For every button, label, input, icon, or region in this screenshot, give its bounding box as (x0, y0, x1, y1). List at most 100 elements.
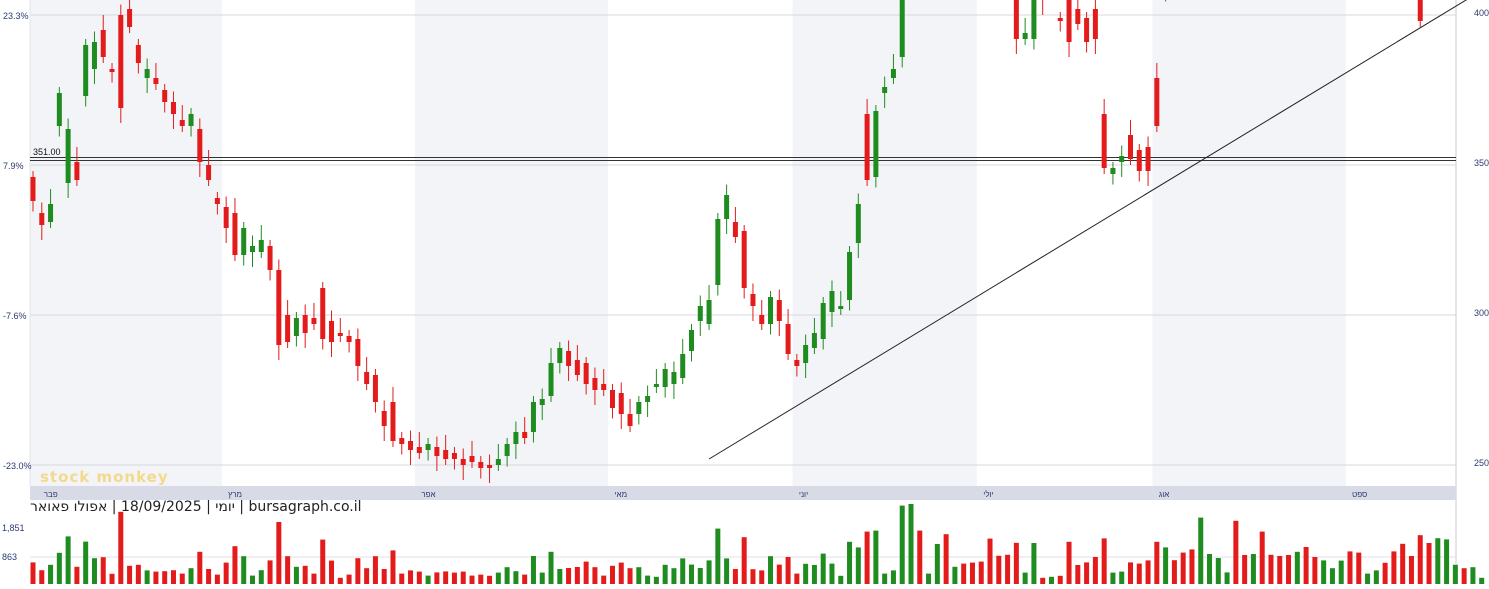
volume-bar (1022, 572, 1028, 584)
candle-body (750, 294, 756, 306)
volume-bar (390, 550, 396, 584)
volume-bar (1128, 562, 1133, 584)
candle-body (1092, 9, 1098, 39)
volume-bar (592, 567, 598, 584)
candle-body (250, 246, 255, 252)
volume-bar (1312, 557, 1318, 584)
volume-bar (1136, 563, 1142, 584)
volume-bar (662, 564, 668, 584)
candle-body (1154, 78, 1160, 126)
candle-body (91, 42, 97, 69)
volume-bar (724, 558, 730, 584)
volume-bar (1338, 560, 1344, 584)
volume-bar (697, 568, 703, 584)
candle-body (144, 69, 150, 78)
volume-bar (109, 573, 115, 584)
volume-bar (1373, 570, 1379, 584)
volume-bar (241, 556, 247, 584)
volume-bar (399, 573, 405, 584)
candle-body (118, 15, 124, 108)
candle-body (381, 411, 387, 426)
volume-bar (1198, 517, 1204, 584)
volume-bar (30, 562, 36, 584)
candle-body (162, 90, 168, 102)
left-axis-label: 23.3% (3, 11, 29, 21)
candle-body (241, 228, 247, 255)
volume-bar (618, 562, 624, 584)
month-band (792, 0, 977, 486)
candle-body (364, 372, 370, 384)
candle-body (434, 447, 440, 456)
volume-bar (1461, 568, 1467, 584)
volume-bar (39, 570, 45, 584)
volume-bar (250, 575, 255, 584)
volume-bar (1391, 551, 1397, 584)
candle-body (855, 204, 861, 243)
candle-body (618, 393, 624, 414)
candle-body (469, 456, 475, 462)
volume-bar (636, 567, 642, 584)
candle-body (671, 372, 677, 384)
volume-bar (566, 568, 572, 584)
volume-bar (258, 570, 264, 584)
volume-bar (214, 574, 220, 584)
volume-bar (337, 577, 343, 584)
candle-body (1136, 150, 1142, 171)
volume-bar (355, 558, 361, 584)
volume-bar (680, 558, 686, 584)
volume-bar (741, 537, 747, 584)
volume-bar (1092, 557, 1098, 584)
candle-body (882, 87, 888, 93)
volume-bar (1110, 572, 1116, 584)
candle-body (153, 78, 159, 84)
candle-body (267, 246, 273, 270)
candle-body (127, 9, 133, 27)
candle-body (135, 45, 141, 63)
volume-bar (1189, 549, 1195, 584)
candle-body (794, 360, 800, 366)
volume-bar (732, 569, 738, 584)
volume-bar (1382, 562, 1388, 584)
candle-body (732, 222, 738, 237)
volume-bar (1242, 555, 1248, 584)
candle-body (1084, 18, 1090, 42)
volume-bar (1075, 565, 1081, 584)
candle-body (1128, 135, 1133, 159)
volume-bar (451, 572, 457, 584)
volume-bar (65, 536, 71, 584)
volume-bar (1171, 560, 1177, 584)
volume-bar (1233, 520, 1239, 584)
volume-bar (574, 567, 580, 584)
volume-bar (768, 556, 774, 584)
volume-bar (144, 570, 150, 584)
volume-bar (381, 569, 387, 584)
volume-bar (1479, 577, 1485, 584)
volume-bar (434, 572, 440, 584)
volume-bar (1013, 542, 1019, 584)
volume-bar (513, 571, 519, 584)
volume-bar (460, 571, 466, 584)
candle-body (311, 318, 317, 324)
candle-body (811, 333, 817, 348)
volume-bar (1066, 541, 1072, 584)
candle-body (65, 129, 71, 183)
volume-bar (170, 570, 176, 584)
volume-bar (890, 570, 896, 584)
volume-bar (1057, 575, 1063, 584)
volume-bar (416, 571, 422, 584)
candle-body (715, 219, 721, 285)
volume-bar (1444, 539, 1450, 584)
volume-bar (1048, 576, 1054, 584)
candle-body (689, 330, 694, 351)
month-label: אוג (1159, 490, 1169, 499)
volume-bar (776, 564, 782, 584)
volume-bar (530, 556, 536, 584)
volume-bar (627, 568, 633, 584)
volume-bar (601, 575, 607, 584)
volume-bar (715, 528, 721, 584)
volume-bar (548, 551, 554, 584)
volume-bar (609, 565, 615, 584)
volume-bar (1417, 535, 1423, 584)
left-axis-label: -23.0% (3, 461, 32, 471)
left-axis-label: -7.6% (3, 311, 27, 321)
